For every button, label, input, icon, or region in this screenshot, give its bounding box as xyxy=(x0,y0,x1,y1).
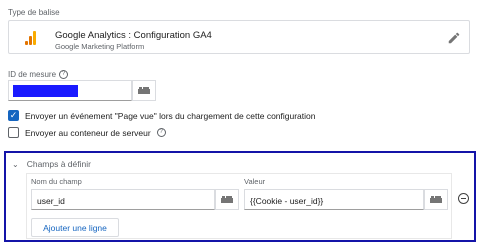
variable-brick-icon xyxy=(221,196,233,203)
remove-row-icon[interactable] xyxy=(458,193,469,204)
help-icon[interactable]: ? xyxy=(59,70,69,79)
variable-brick-icon xyxy=(430,196,442,203)
variable-brick-icon xyxy=(138,87,150,94)
fields-table: Nom du champ Valeur user_id {{Cookie - u… xyxy=(26,173,452,239)
pageview-label: Envoyer un événement "Page vue" lors du … xyxy=(25,110,316,121)
pageview-option[interactable]: ✓ Envoyer un événement "Page vue" lors d… xyxy=(8,110,316,121)
pageview-checkbox[interactable]: ✓ xyxy=(8,110,19,121)
measure-id-label-text: ID de mesure xyxy=(8,70,57,79)
tag-type-subtitle: Google Marketing Platform xyxy=(55,42,145,51)
tag-type-title: Google Analytics : Configuration GA4 xyxy=(55,30,212,41)
server-option[interactable]: Envoyer au conteneur de serveur ? xyxy=(8,127,166,138)
fields-section-title: Champs à définir xyxy=(26,159,91,169)
server-label: Envoyer au conteneur de serveur xyxy=(25,127,151,138)
tag-type-card[interactable]: Google Analytics : Configuration GA4 Goo… xyxy=(8,20,470,54)
value-variable-picker-button[interactable] xyxy=(424,189,448,210)
chevron-down-icon[interactable]: ⌄ xyxy=(12,160,19,169)
server-checkbox[interactable] xyxy=(8,127,19,138)
google-analytics-icon xyxy=(25,31,37,45)
field-value-input[interactable]: {{Cookie - user_id}} xyxy=(244,189,424,210)
fields-to-set-section: ⌄ Champs à définir Nom du champ Valeur u… xyxy=(4,151,476,242)
field-name-input[interactable]: user_id xyxy=(31,189,215,210)
measure-id-label: ID de mesure ? xyxy=(8,70,69,79)
field-name-label: Nom du champ xyxy=(31,177,82,186)
measure-id-input[interactable] xyxy=(8,80,132,101)
help-icon[interactable]: ? xyxy=(156,128,166,137)
name-variable-picker-button[interactable] xyxy=(215,189,239,210)
edit-pencil-icon[interactable] xyxy=(447,31,461,45)
redacted-value xyxy=(13,85,78,97)
fields-section-header[interactable]: ⌄ Champs à définir xyxy=(12,159,91,169)
tag-type-label: Type de balise xyxy=(8,8,60,17)
field-value-label: Valeur xyxy=(244,177,266,186)
add-row-button[interactable]: Ajouter une ligne xyxy=(31,218,119,237)
variable-picker-button[interactable] xyxy=(132,80,156,101)
